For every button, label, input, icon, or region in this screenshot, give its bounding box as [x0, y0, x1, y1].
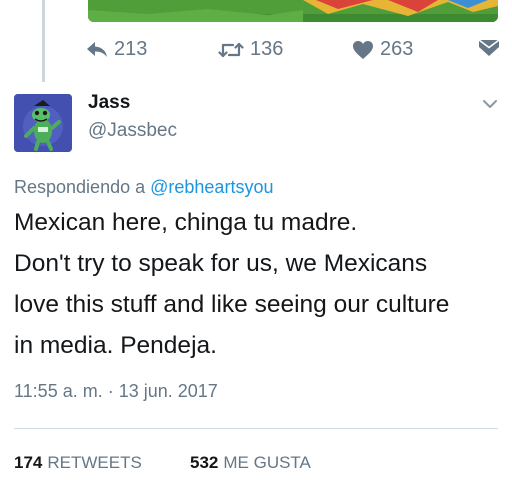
tweet-text-line: Don't try to speak for us, we Mexicans: [14, 250, 428, 277]
thread-line: [42, 0, 45, 82]
like-count: 263: [380, 38, 414, 60]
like-button[interactable]: 263: [352, 38, 413, 61]
reply-mention-link[interactable]: @rebheartsyou: [150, 177, 273, 197]
previous-tweet-actions: 213 136 263: [86, 38, 500, 62]
media-image: [88, 0, 498, 22]
tweet-text-line: Mexican here, chinga tu madre.: [14, 209, 358, 236]
tweet-text: Mexican here, chinga tu madre. Don't try…: [14, 202, 504, 366]
reply-count: 213: [114, 38, 148, 60]
divider: [14, 428, 498, 429]
retweets-stat-count: 174: [14, 453, 43, 472]
replying-to: Respondiendo a @rebheartsyou: [14, 177, 273, 198]
retweets-stat-label: RETWEETS: [47, 453, 142, 472]
reply-icon: [86, 41, 108, 59]
retweet-icon: [218, 41, 244, 59]
avatar[interactable]: [14, 94, 72, 152]
direct-message-icon: [478, 38, 500, 58]
retweets-stat[interactable]: 174 RETWEETS: [14, 453, 142, 473]
likes-stat-label: ME GUSTA: [223, 453, 311, 472]
reply-button[interactable]: 213: [86, 38, 147, 61]
chevron-down-icon[interactable]: [482, 97, 498, 109]
tweet-text-line: in media. Pendeja.: [14, 332, 217, 359]
previous-tweet-media[interactable]: [88, 0, 498, 22]
retweet-button[interactable]: 136: [218, 38, 283, 61]
tweet-timestamp[interactable]: 11:55 a. m. · 13 jun. 2017: [14, 381, 218, 402]
reply-prefix: Respondiendo a: [14, 177, 146, 197]
direct-message-button[interactable]: [478, 38, 500, 58]
retweet-count: 136: [250, 38, 284, 60]
likes-stat-count: 532: [190, 453, 219, 472]
tweet-text-line: love this stuff and like seeing our cult…: [14, 291, 450, 318]
user-handle[interactable]: @Jassbec: [88, 120, 177, 142]
likes-stat[interactable]: 532 ME GUSTA: [190, 453, 311, 473]
display-name[interactable]: Jass: [88, 92, 130, 114]
heart-icon: [352, 40, 374, 60]
